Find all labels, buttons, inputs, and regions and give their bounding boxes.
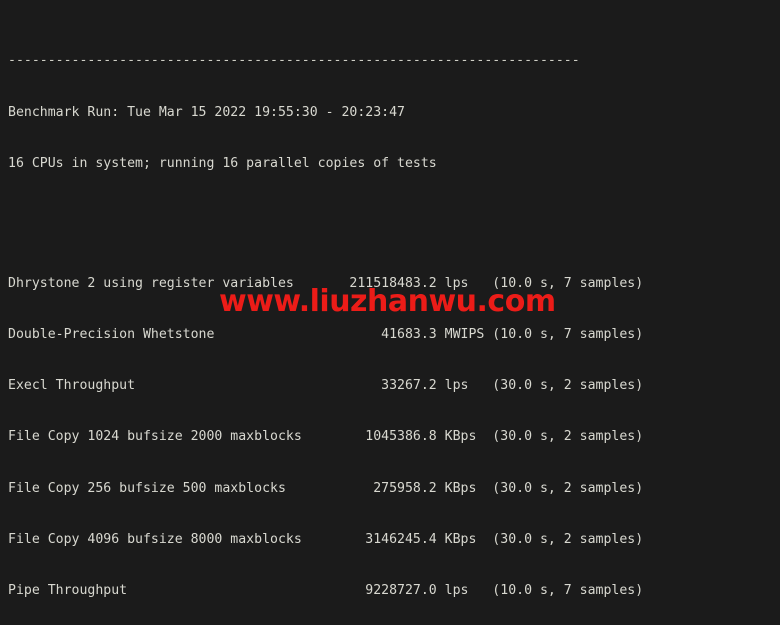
terminal-window: ----------------------------------------…	[0, 0, 780, 625]
raw-result-row: File Copy 4096 bufsize 8000 maxblocks 31…	[8, 531, 644, 547]
raw-result-row: Dhrystone 2 using register variables 211…	[8, 275, 644, 291]
raw-result-row: Double-Precision Whetstone 41683.3 MWIPS…	[8, 326, 644, 342]
raw-result-row: Pipe Throughput 9228727.0 lps (10.0 s, 7…	[8, 583, 644, 599]
top-rule: ----------------------------------------…	[8, 53, 580, 69]
raw-result-row: File Copy 1024 bufsize 2000 maxblocks 10…	[8, 429, 644, 445]
raw-result-row: Execl Throughput 33267.2 lps (30.0 s, 2 …	[8, 378, 644, 394]
console-output: ----------------------------------------…	[8, 1, 643, 625]
cpu-count-line: 16 CPUs in system; running 16 parallel c…	[8, 155, 437, 171]
raw-result-row: File Copy 256 bufsize 500 maxblocks 2759…	[8, 480, 644, 496]
benchmark-run-line: Benchmark Run: Tue Mar 15 2022 19:55:30 …	[8, 104, 405, 120]
